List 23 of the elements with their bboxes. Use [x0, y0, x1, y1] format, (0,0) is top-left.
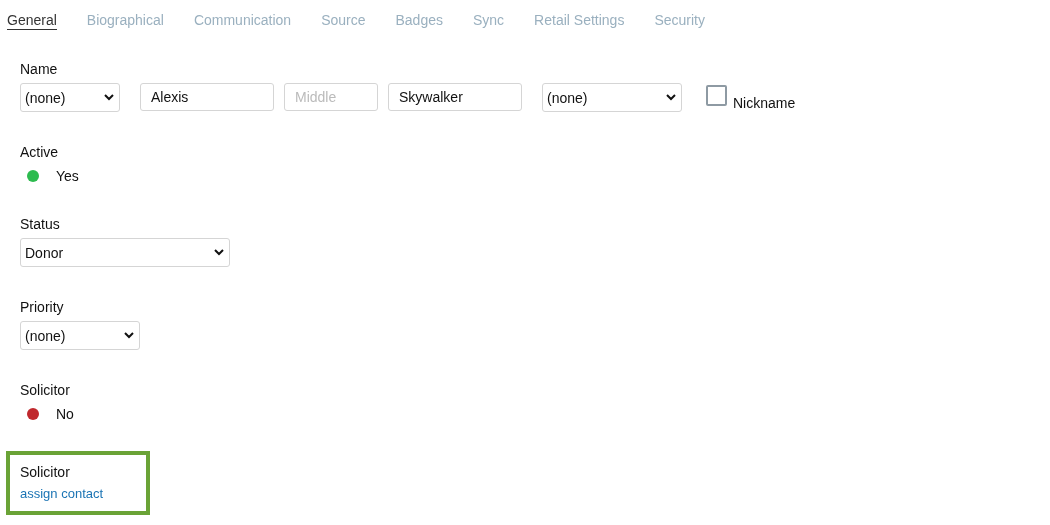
chevron-icon — [124, 332, 134, 339]
chevron-icon — [666, 94, 676, 101]
field-label: Name — [20, 60, 58, 78]
tab[interactable]: General — [7, 12, 57, 30]
field-label: Priority — [20, 298, 64, 316]
input-field[interactable]: Skywalker — [388, 83, 522, 111]
field-label: Solicitor — [20, 381, 70, 399]
select-field[interactable]: (none) — [20, 321, 140, 350]
select-field[interactable]: (none) — [20, 83, 120, 112]
input-field[interactable]: Middle — [284, 83, 378, 111]
input-field[interactable]: Alexis — [140, 83, 274, 111]
chevron-icon — [104, 94, 114, 101]
field-label: Solicitor — [20, 463, 71, 481]
select-field[interactable]: (none) — [542, 83, 682, 112]
status-text: No — [56, 406, 74, 422]
status-text: Yes — [56, 168, 79, 184]
checkbox-label: Nickname — [733, 95, 796, 111]
checkbox[interactable] — [706, 85, 727, 106]
field-label: Active — [20, 143, 59, 161]
field-label: Status — [20, 215, 60, 233]
chevron-icon — [214, 249, 224, 256]
assign-link[interactable]: assign contact — [20, 486, 136, 501]
select-field[interactable]: Donor — [20, 238, 230, 267]
